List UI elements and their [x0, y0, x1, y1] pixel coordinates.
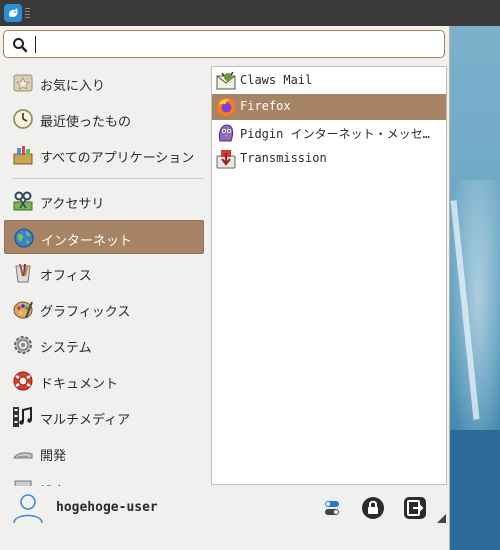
category-list: お気に入り 最近使ったもの すべてのアプリケーション アクセサリ インターネット…	[0, 66, 210, 486]
app-label: Transmission	[240, 151, 327, 165]
category-label: マルチメディア	[40, 413, 131, 428]
category-documentation[interactable]: ドキュメント	[4, 364, 204, 398]
claws-mail-icon	[216, 71, 236, 90]
search-input[interactable]	[34, 34, 434, 54]
lock-icon[interactable]	[361, 496, 385, 520]
system-gear-icon	[14, 336, 32, 354]
app-label: Pidgin インターネット・メッセンジャー	[240, 127, 440, 141]
category-separator	[12, 178, 204, 179]
whisker-menu: お気に入り 最近使ったもの すべてのアプリケーション アクセサリ インターネット…	[0, 26, 450, 550]
category-system[interactable]: システム	[4, 328, 204, 362]
xfce-mouse-icon[interactable]	[4, 4, 22, 22]
all-apps-icon	[13, 146, 33, 165]
resize-grip[interactable]	[437, 514, 446, 523]
application-list: Claws Mail Firefox Pidgin インターネット・メッセンジャ…	[211, 66, 447, 485]
category-label: 設定	[40, 481, 66, 486]
search-box[interactable]	[3, 30, 445, 58]
app-pidgin[interactable]: Pidgin インターネット・メッセンジャー	[212, 120, 446, 146]
multimedia-icon	[13, 406, 32, 427]
category-label: お気に入り	[40, 79, 106, 94]
category-recent[interactable]: 最近使ったもの	[4, 102, 204, 136]
category-label: アクセサリ	[40, 197, 105, 212]
category-label: 開発	[40, 449, 67, 464]
app-label: Firefox	[240, 99, 291, 113]
app-transmission[interactable]: Transmission	[212, 146, 446, 172]
transmission-icon	[216, 150, 236, 169]
app-firefox[interactable]: Firefox	[212, 94, 446, 120]
search-icon	[13, 38, 28, 53]
text-caret	[35, 36, 36, 53]
category-label: インターネット	[41, 234, 133, 249]
category-internet[interactable]: インターネット	[4, 220, 204, 254]
office-icon	[15, 263, 31, 283]
category-favorites[interactable]: お気に入り	[4, 66, 204, 100]
user-avatar-icon	[13, 494, 43, 524]
favorites-icon	[13, 74, 33, 92]
settings-icon	[14, 480, 32, 486]
category-development[interactable]: 開発	[4, 436, 204, 470]
panel-drag-handle[interactable]	[25, 8, 30, 18]
top-panel	[0, 0, 500, 26]
logout-icon[interactable]	[403, 496, 427, 520]
documentation-lifebuoy-icon	[13, 371, 33, 391]
app-claws-mail[interactable]: Claws Mail	[212, 68, 446, 94]
pidgin-icon	[218, 124, 234, 142]
footer: hogehoge-user	[0, 488, 450, 550]
desktop-water	[448, 430, 500, 550]
category-label: オフィス	[40, 269, 92, 284]
firefox-icon	[217, 98, 235, 116]
category-multimedia[interactable]: マルチメディア	[4, 400, 204, 434]
category-label: グラフィックス	[40, 305, 131, 320]
category-label: 最近使ったもの	[40, 115, 132, 130]
app-label: Claws Mail	[240, 73, 313, 87]
category-graphics[interactable]: グラフィックス	[4, 292, 204, 326]
category-label: すべてのアプリケーション	[40, 151, 195, 166]
internet-globe-icon	[14, 228, 34, 248]
development-icon	[13, 452, 33, 459]
username: hogehoge-user	[56, 500, 158, 515]
category-settings[interactable]: 設定	[4, 472, 204, 486]
recent-clock-icon	[13, 109, 33, 129]
category-label: ドキュメント	[40, 377, 119, 392]
category-label: システム	[40, 341, 92, 356]
settings-toggle-icon[interactable]	[320, 496, 344, 520]
category-all-apps[interactable]: すべてのアプリケーション	[4, 138, 204, 172]
accessories-icon	[13, 191, 33, 211]
category-accessories[interactable]: アクセサリ	[4, 184, 204, 218]
graphics-palette-icon	[13, 301, 33, 319]
category-office[interactable]: オフィス	[4, 256, 204, 290]
